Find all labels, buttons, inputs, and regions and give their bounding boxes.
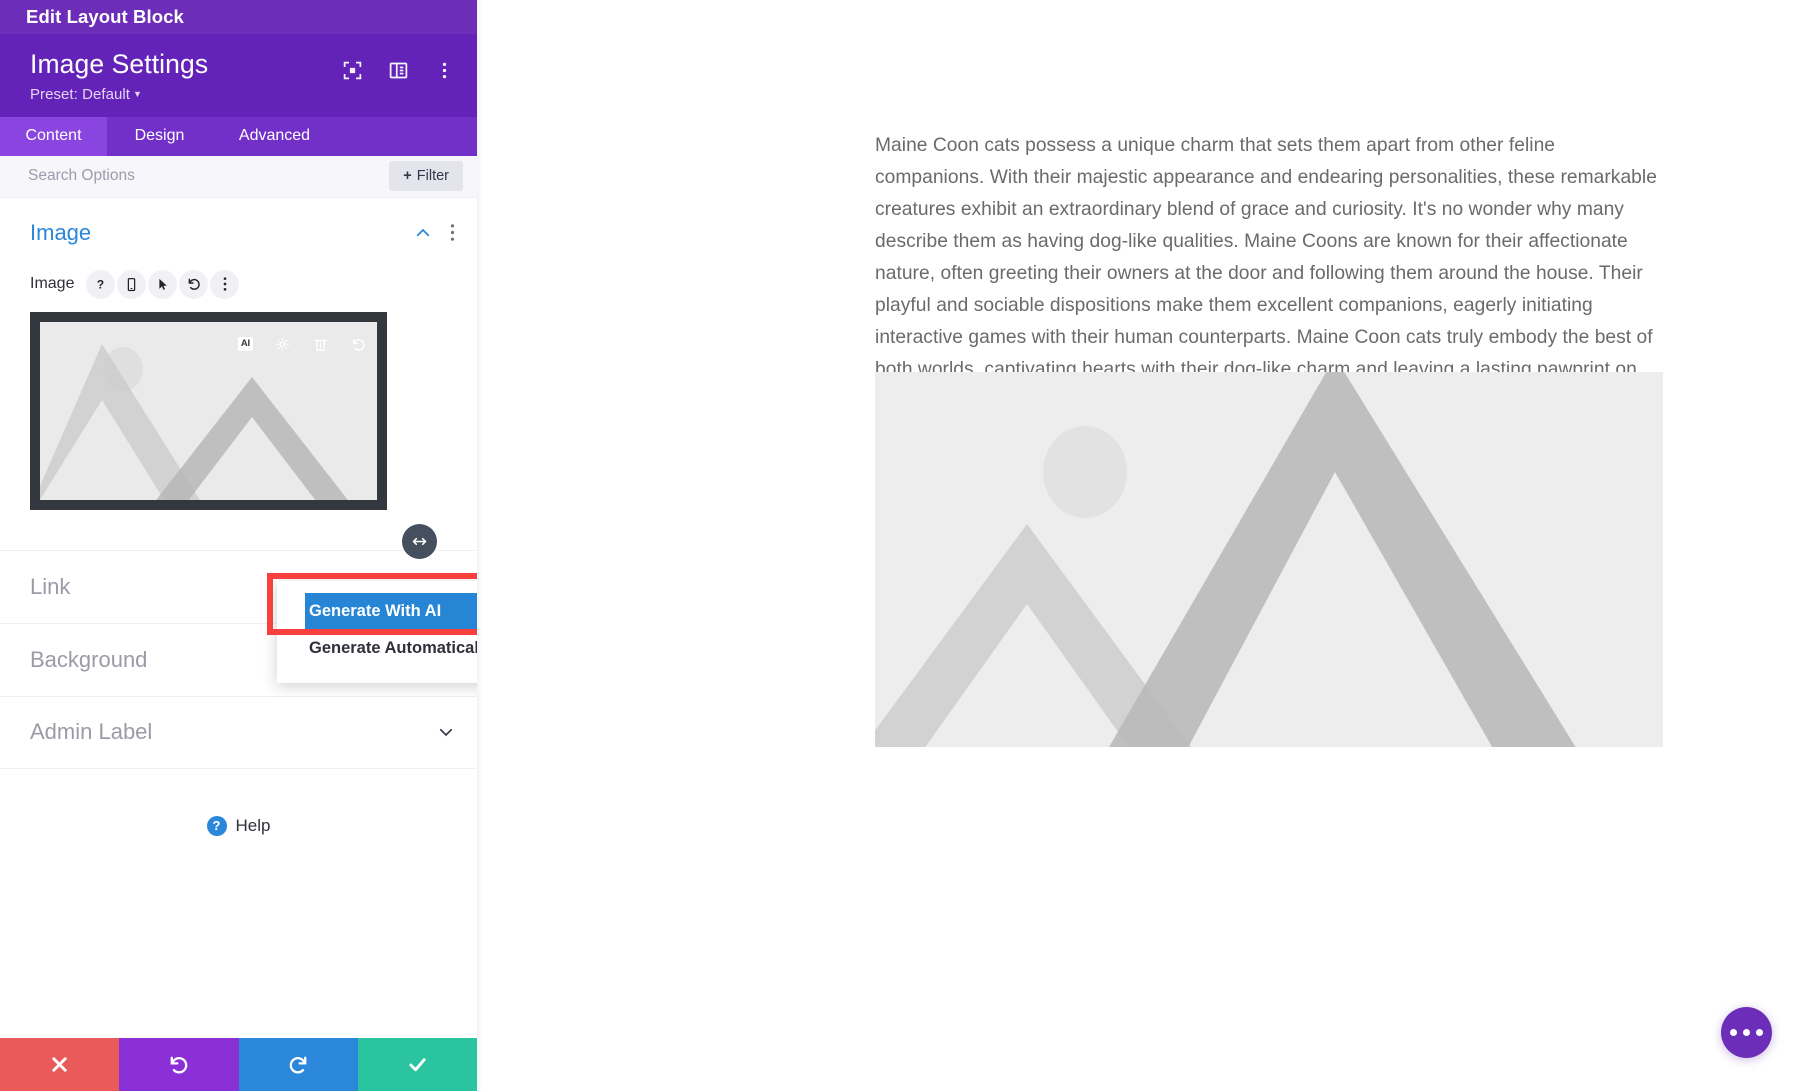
close-x-icon: [52, 1057, 67, 1072]
screen-root: Edit Layout Block Image Settings Preset:…: [0, 0, 1800, 1091]
image-field-label: Image: [30, 275, 75, 293]
plus-icon: +: [403, 168, 412, 185]
focus-mode-icon[interactable]: [342, 60, 363, 81]
ai-icon[interactable]: AI: [237, 337, 253, 351]
image-placeholder-thumb: AI: [40, 321, 377, 500]
settings-tabs: Content Design Advanced: [0, 116, 477, 156]
chevron-down-icon: [439, 728, 453, 737]
resize-drag-handle[interactable]: [402, 523, 437, 559]
panel-body: Image Image ? AI Link Background Admin L…: [0, 198, 477, 1038]
undo-icon: [171, 1056, 188, 1074]
ai-generate-dropdown: Generate With AI Generate Automatically: [277, 580, 477, 683]
more-horizontal-icon: [1743, 1029, 1750, 1036]
help-icon[interactable]: ?: [86, 269, 116, 299]
help-link[interactable]: ? Help: [0, 815, 477, 836]
svg-text:?: ?: [97, 277, 104, 291]
check-icon: [409, 1058, 426, 1072]
chevron-up-icon[interactable]: [414, 224, 432, 242]
arrows-horizontal-icon: [412, 537, 427, 545]
tab-advanced[interactable]: Advanced: [212, 117, 337, 156]
reset-undo-icon[interactable]: [179, 269, 209, 299]
image-thumbnail-wrap: AI: [30, 311, 437, 559]
image-section-title: Image: [30, 219, 92, 245]
placeholder-graphic-icon: [875, 372, 1663, 747]
page-title: Image Settings: [30, 49, 209, 79]
panel-titlebar-label: Edit Layout Block: [26, 6, 184, 27]
responsive-mobile-icon[interactable]: [117, 269, 147, 299]
panel-header: Image Settings Preset: Default ▼: [0, 34, 477, 117]
menu-item-generate-automatically[interactable]: Generate Automatically: [277, 630, 477, 667]
preset-selector[interactable]: Preset: Default ▼: [30, 86, 342, 103]
cancel-button[interactable]: [0, 1038, 120, 1091]
help-label: Help: [235, 815, 271, 835]
image-thumbnail[interactable]: AI: [30, 311, 387, 510]
accordion-admin-label[interactable]: Admin Label: [0, 695, 477, 769]
image-field-row: Image ?: [30, 269, 455, 299]
redo-button[interactable]: [238, 1038, 358, 1091]
panel-action-bar: [0, 1038, 477, 1091]
more-vertical-icon[interactable]: [210, 269, 240, 299]
panel-titlebar: Edit Layout Block: [0, 0, 477, 34]
filter-button[interactable]: + Filter: [389, 161, 463, 192]
tab-design[interactable]: Design: [107, 117, 212, 156]
accordion-admin-label-label: Admin Label: [30, 719, 153, 745]
settings-gear-icon[interactable]: [274, 336, 291, 353]
image-settings-panel: Edit Layout Block Image Settings Preset:…: [0, 0, 477, 1091]
filter-button-label: Filter: [416, 168, 449, 185]
search-bar: +Filter: [0, 155, 477, 198]
image-section: Image Image ? AI: [0, 198, 477, 559]
image-section-more-icon[interactable]: [450, 223, 455, 242]
image-placeholder[interactable]: [875, 372, 1663, 747]
floating-action-button[interactable]: [1721, 1007, 1772, 1058]
hover-cursor-icon[interactable]: [148, 269, 178, 299]
image-thumb-toolbar: AI: [237, 336, 367, 353]
search-input[interactable]: [28, 167, 390, 186]
preset-label: Preset: Default: [30, 85, 130, 103]
menu-item-generate-with-ai[interactable]: Generate With AI: [305, 592, 477, 630]
help-icon: ?: [206, 815, 227, 836]
more-horizontal-icon: [1756, 1029, 1763, 1036]
undo-button[interactable]: [119, 1038, 239, 1091]
tab-content[interactable]: Content: [0, 116, 107, 156]
save-button[interactable]: [357, 1038, 477, 1091]
panel-layout-icon[interactable]: [388, 60, 409, 81]
more-vertical-icon[interactable]: [434, 60, 455, 81]
chevron-down-icon: ▼: [132, 88, 142, 99]
redo-icon: [289, 1056, 306, 1074]
delete-trash-icon[interactable]: [312, 336, 329, 353]
reset-undo-icon[interactable]: [350, 336, 367, 353]
page-canvas: Maine Coon cats possess a unique charm t…: [477, 0, 1800, 1091]
more-horizontal-icon: [1730, 1029, 1737, 1036]
